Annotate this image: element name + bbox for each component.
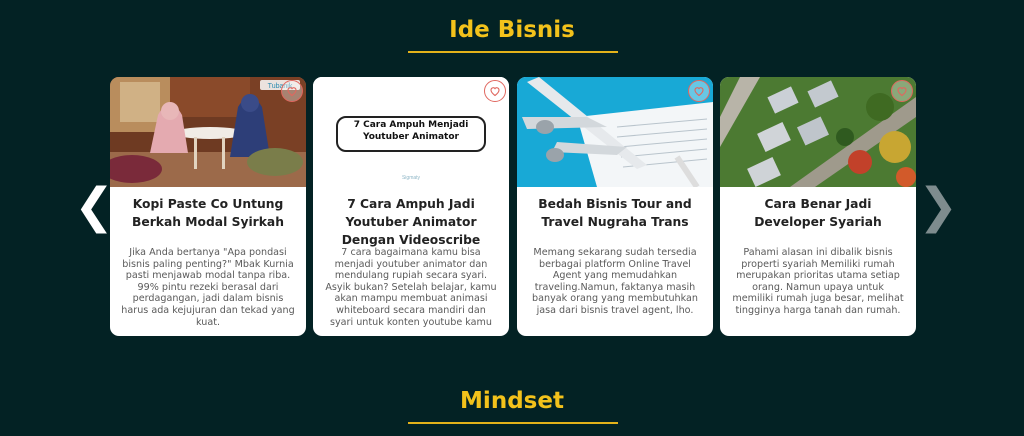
- section-underline: [408, 51, 618, 53]
- chevron-left-icon[interactable]: ❮: [74, 180, 114, 232]
- card-title[interactable]: Kopi Paste Co Untung Berkah Modal Syirka…: [110, 195, 306, 235]
- card-image[interactable]: [720, 77, 916, 187]
- card-excerpt: 7 cara bagaimana kamu bisa menjadi youtu…: [325, 247, 497, 328]
- section-underline: [408, 422, 618, 424]
- section-title-mindset: Mindset: [460, 388, 564, 414]
- article-card[interactable]: Cara Benar Jadi Developer Syariah Pahami…: [720, 77, 916, 336]
- card-image[interactable]: Tubanik: [110, 77, 306, 187]
- card-logo-text: Sigmaty: [402, 175, 421, 181]
- heart-icon[interactable]: [891, 80, 913, 102]
- banner-text: 7 Cara Ampuh Menjadi Youtuber Animator: [353, 120, 469, 142]
- card-title[interactable]: Cara Benar Jadi Developer Syariah: [720, 195, 916, 235]
- heart-icon[interactable]: [281, 80, 303, 102]
- card-image[interactable]: Sigmaty 7 Cara Ampuh Menjadi Youtuber An…: [313, 77, 509, 187]
- article-card[interactable]: Sigmaty 7 Cara Ampuh Menjadi Youtuber An…: [313, 77, 509, 336]
- heart-icon[interactable]: [688, 80, 710, 102]
- card-image[interactable]: [517, 77, 713, 187]
- card-excerpt: Memang sekarang sudah tersedia berbagai …: [532, 247, 698, 316]
- article-card[interactable]: Bedah Bisnis Tour and Travel Nugraha Tra…: [517, 77, 713, 336]
- article-card[interactable]: Tubanik Kopi Paste Co Untung Berkah Moda…: [110, 77, 306, 336]
- heart-icon[interactable]: [484, 80, 506, 102]
- section-title-ide-bisnis: Ide Bisnis: [449, 17, 575, 43]
- card-title[interactable]: Bedah Bisnis Tour and Travel Nugraha Tra…: [517, 195, 713, 235]
- chevron-right-icon[interactable]: ❯: [918, 180, 958, 232]
- card-excerpt: Pahami alasan ini dibalik bisnis propert…: [732, 247, 904, 316]
- card-excerpt: Jika Anda bertanya "Apa pondasi bisnis p…: [121, 247, 295, 328]
- card-title[interactable]: 7 Cara Ampuh Jadi Youtuber Animator Deng…: [313, 195, 509, 247]
